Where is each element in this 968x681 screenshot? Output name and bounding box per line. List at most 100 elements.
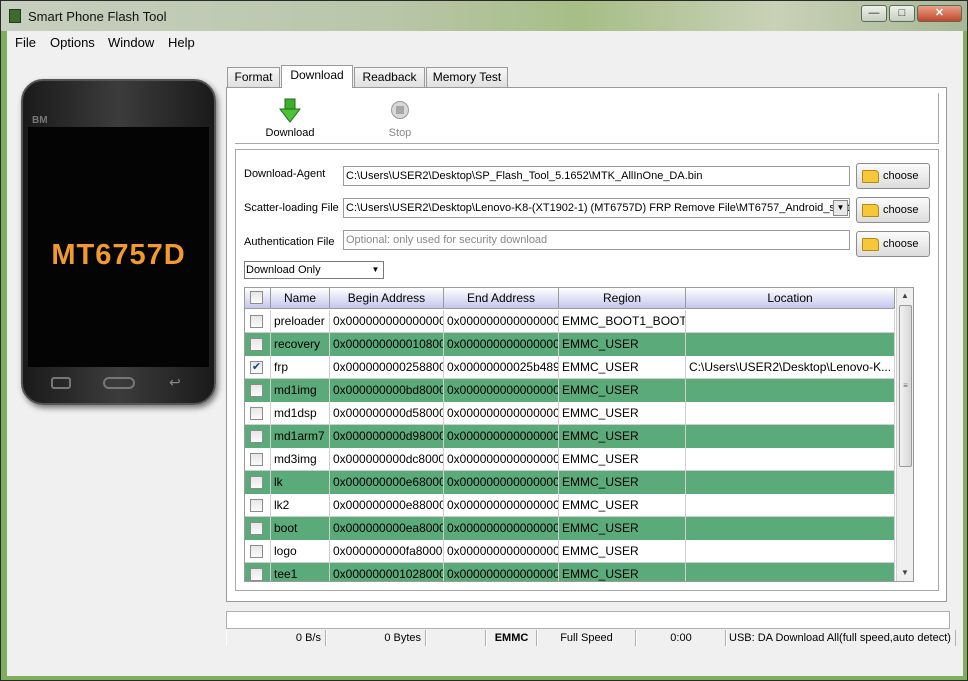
- choose-scatter-button[interactable]: choose: [856, 197, 930, 223]
- cell-location: C:\Users\USER2\Desktop\Lenovo-K...: [686, 356, 895, 379]
- menu-file[interactable]: File: [15, 35, 36, 50]
- stop-button[interactable]: Stop: [365, 93, 435, 143]
- dropdown-arrow-icon[interactable]: ▼: [833, 200, 848, 216]
- cell-end-address: 0x0000000000000000: [444, 471, 559, 494]
- row-checkbox[interactable]: [250, 499, 263, 512]
- cell-region: EMMC_USER: [559, 379, 686, 402]
- auth-file-field[interactable]: Optional: only used for security downloa…: [343, 230, 850, 250]
- tab-download[interactable]: Download: [281, 65, 353, 88]
- cell-location: [686, 517, 895, 540]
- scatter-file-combo[interactable]: C:\Users\USER2\Desktop\Lenovo-K8-(XT1902…: [343, 198, 850, 218]
- cell-region: EMMC_USER: [559, 425, 686, 448]
- tab-format[interactable]: Format: [227, 67, 280, 87]
- table-row[interactable]: logo 0x000000000fa80000 0x0000000000000000…: [245, 540, 895, 563]
- row-checkbox[interactable]: [250, 315, 263, 328]
- close-button[interactable]: ✕: [917, 5, 962, 22]
- table-scrollbar[interactable]: ▲ ≡ ▼: [896, 288, 913, 581]
- cell-select: [245, 540, 271, 563]
- download-label: Download: [265, 127, 315, 139]
- cell-region: EMMC_USER: [559, 540, 686, 563]
- stop-circle-icon: [391, 101, 409, 119]
- cell-region: EMMC_USER: [559, 402, 686, 425]
- table-row[interactable]: recovery 0x0000000000108000 0x000000000000…: [245, 333, 895, 356]
- dropdown-arrow-icon: ▼: [371, 265, 380, 274]
- table-row[interactable]: lk 0x000000000e680000 0x0000000000000000 EM…: [245, 471, 895, 494]
- table-row[interactable]: boot 0x000000000ea80000 0x0000000000000000…: [245, 517, 895, 540]
- menu-window[interactable]: Window: [108, 35, 154, 50]
- cell-end-address: 0x0000000000000000: [444, 448, 559, 471]
- header-location[interactable]: Location: [686, 288, 895, 309]
- row-checkbox[interactable]: [250, 384, 263, 397]
- scroll-thumb[interactable]: ≡: [899, 305, 912, 467]
- cell-end-address: 0x0000000000000000: [444, 402, 559, 425]
- row-checkbox[interactable]: [250, 453, 263, 466]
- cell-name: md3img: [271, 448, 330, 471]
- title-bar[interactable]: Smart Phone Flash Tool — □ ✕: [1, 1, 967, 31]
- cell-location: [686, 563, 895, 581]
- row-checkbox[interactable]: [250, 568, 263, 581]
- row-checkbox[interactable]: [250, 522, 263, 535]
- cell-location: [686, 425, 895, 448]
- cell-name: tee1: [271, 563, 330, 581]
- cell-location: [686, 448, 895, 471]
- cell-end-address: 0x0000000000000000: [444, 563, 559, 581]
- menu-options[interactable]: Options: [50, 35, 95, 50]
- download-button[interactable]: Download: [255, 93, 325, 143]
- header-end-address[interactable]: End Address: [444, 288, 559, 309]
- row-checkbox[interactable]: [250, 430, 263, 443]
- cell-end-address: 0x0000000000000000: [444, 425, 559, 448]
- partition-table: Name Begin Address End Address Region Lo…: [244, 287, 914, 582]
- row-checkbox[interactable]: [250, 407, 263, 420]
- cell-region: EMMC_USER: [559, 471, 686, 494]
- choose-download-agent-button[interactable]: choose: [856, 163, 930, 189]
- header-begin-address[interactable]: Begin Address: [330, 288, 444, 309]
- download-toolbar: Download Stop: [235, 93, 939, 144]
- choose-auth-button[interactable]: choose: [856, 231, 930, 257]
- minimize-button[interactable]: —: [861, 5, 887, 22]
- download-agent-field[interactable]: C:\Users\USER2\Desktop\SP_Flash_Tool_5.1…: [343, 166, 850, 186]
- cell-end-address: 0x0000000000000000: [444, 379, 559, 402]
- cell-region: EMMC_USER: [559, 563, 686, 581]
- cell-select: [245, 333, 271, 356]
- cell-location: [686, 540, 895, 563]
- table-row[interactable]: lk2 0x000000000e880000 0x0000000000000000 E…: [245, 494, 895, 517]
- stop-label: Stop: [388, 127, 412, 139]
- scroll-up-icon[interactable]: ▲: [897, 288, 913, 304]
- cell-location: [686, 333, 895, 356]
- cell-begin-address: 0x000000000e680000: [330, 471, 444, 494]
- row-checkbox[interactable]: [250, 476, 263, 489]
- select-all-checkbox[interactable]: [250, 291, 263, 304]
- table-row[interactable]: md3img 0x000000000dc80000 0x00000000000000…: [245, 448, 895, 471]
- status-spacer: [426, 630, 486, 646]
- table-row[interactable]: tee1 0x0000000010280000 0x0000000000000000…: [245, 563, 895, 581]
- client-area: BM MT6757D ↩ Format Download Readback Me…: [7, 53, 963, 676]
- table-row[interactable]: md1dsp 0x000000000d580000 0x00000000000000…: [245, 402, 895, 425]
- progress-bar: [226, 611, 950, 629]
- download-mode-select[interactable]: Download Only ▼: [244, 261, 384, 279]
- row-checkbox[interactable]: [250, 338, 263, 351]
- phone-model: MT6757D: [51, 239, 186, 271]
- cell-select: [245, 448, 271, 471]
- row-checkbox[interactable]: ✔: [250, 361, 263, 374]
- table-row[interactable]: ✔ frp 0x0000000002588000 0x00000000025b489f…: [245, 356, 895, 379]
- cell-end-address: 0x0000000000000000: [444, 517, 559, 540]
- cell-name: md1arm7: [271, 425, 330, 448]
- header-region[interactable]: Region: [559, 288, 686, 309]
- header-name[interactable]: Name: [271, 288, 330, 309]
- cell-select: [245, 310, 271, 333]
- table-row[interactable]: md1arm7 0x000000000d980000 0x0000000000000…: [245, 425, 895, 448]
- table-row[interactable]: preloader 0x0000000000000000 0x00000000000…: [245, 310, 895, 333]
- cell-end-address: 0x0000000000000000: [444, 494, 559, 517]
- menu-help[interactable]: Help: [168, 35, 195, 50]
- scroll-down-icon[interactable]: ▼: [897, 565, 913, 581]
- tab-memory-test[interactable]: Memory Test: [426, 67, 508, 87]
- table-row[interactable]: md1img 0x000000000bd80000 0x00000000000000…: [245, 379, 895, 402]
- maximize-button[interactable]: □: [889, 5, 915, 22]
- select-all-header[interactable]: [245, 288, 271, 309]
- tab-readback[interactable]: Readback: [354, 67, 425, 87]
- download-mode-value: Download Only: [246, 264, 321, 276]
- folder-icon: [862, 170, 879, 183]
- cell-region: EMMC_USER: [559, 517, 686, 540]
- row-checkbox[interactable]: [250, 545, 263, 558]
- choose-label: choose: [883, 170, 919, 182]
